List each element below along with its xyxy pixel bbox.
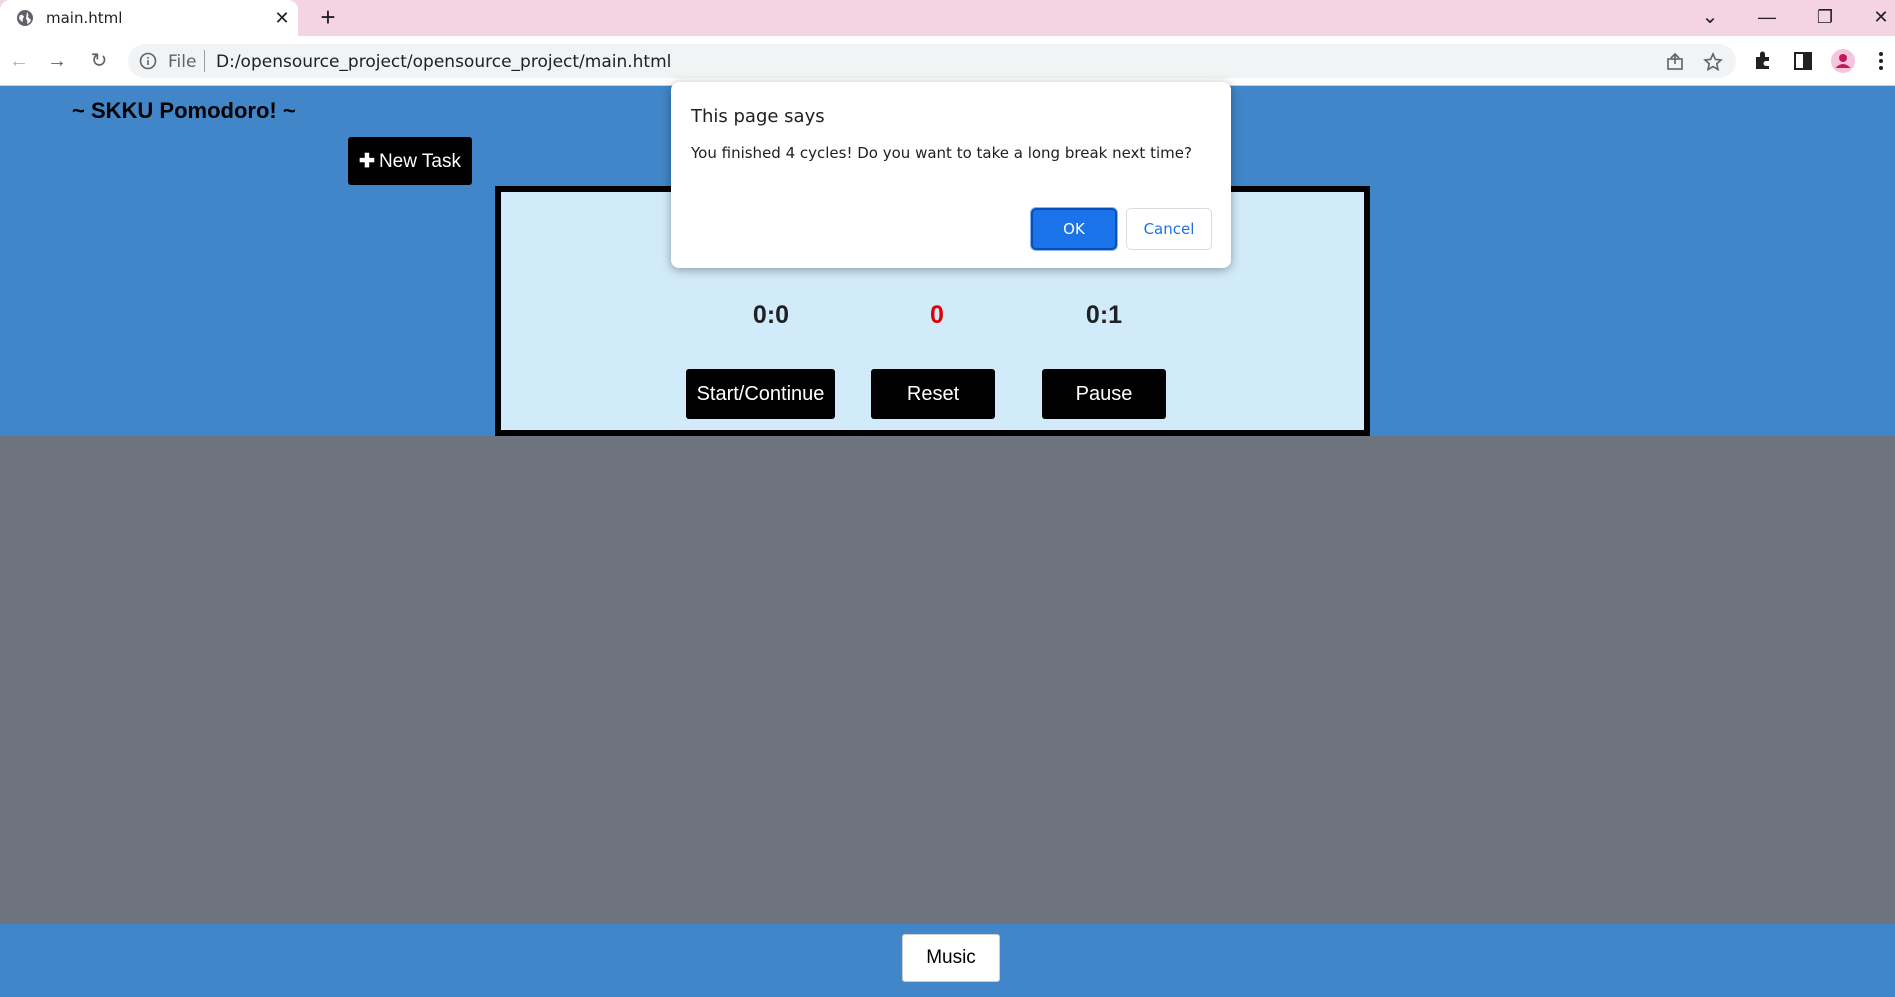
tab-close-icon[interactable]: ✕ — [272, 8, 292, 28]
browser-tab[interactable]: main.html ✕ — [0, 0, 298, 36]
tab-strip: main.html ✕ + ⌄ — ❐ ✕ — [0, 0, 1895, 36]
start-continue-button[interactable]: Start/Continue — [686, 369, 835, 419]
side-panel-icon[interactable] — [1790, 48, 1816, 74]
share-icon[interactable] — [1664, 51, 1686, 73]
plus-icon: ✚ — [359, 150, 375, 172]
tab-title: main.html — [46, 9, 123, 27]
url-scheme-label: File — [168, 52, 197, 72]
cycle-count-display: 0 — [930, 301, 944, 329]
reload-icon[interactable]: ↻ — [86, 48, 112, 74]
restore-icon[interactable]: ❐ — [1810, 4, 1840, 30]
window-close-icon[interactable]: ✕ — [1866, 4, 1895, 30]
profile-icon[interactable] — [1830, 48, 1856, 74]
new-task-label: New Task — [378, 150, 461, 172]
extensions-icon[interactable] — [1750, 48, 1776, 74]
url-text[interactable]: D:/opensource_project/opensource_project… — [216, 52, 671, 72]
music-button[interactable]: Music — [902, 934, 1000, 982]
right-timer-display: 0:1 — [1085, 301, 1123, 329]
browser-toolbar: ← → ↻ File D:/opensource_project/opensou… — [0, 36, 1895, 86]
alert-dialog: This page says You finished 4 cycles! Do… — [671, 82, 1231, 268]
ok-button[interactable]: OK — [1031, 208, 1117, 250]
url-separator — [204, 50, 205, 72]
back-icon[interactable]: ← — [6, 48, 32, 74]
tab-search-icon[interactable]: ⌄ — [1695, 4, 1725, 30]
left-timer-display: 0:0 — [752, 301, 790, 329]
pause-button[interactable]: Pause — [1042, 369, 1166, 419]
star-icon[interactable] — [1702, 51, 1724, 73]
new-task-button[interactable]: ✚ New Task — [348, 137, 472, 185]
minimize-icon[interactable]: — — [1752, 4, 1782, 30]
page-title: ~ SKKU Pomodoro! ~ — [72, 98, 296, 123]
site-info-icon[interactable] — [138, 51, 158, 71]
cancel-button[interactable]: Cancel — [1126, 208, 1212, 250]
address-bar[interactable]: File D:/opensource_project/opensource_pr… — [128, 44, 1736, 78]
dialog-message: You finished 4 cycles! Do you want to ta… — [691, 144, 1192, 162]
forward-icon[interactable]: → — [44, 48, 70, 74]
globe-icon — [17, 10, 33, 26]
menu-icon[interactable] — [1868, 48, 1894, 74]
dialog-title: This page says — [691, 106, 825, 127]
reset-button[interactable]: Reset — [871, 369, 995, 419]
new-tab-icon[interactable]: + — [316, 4, 340, 30]
